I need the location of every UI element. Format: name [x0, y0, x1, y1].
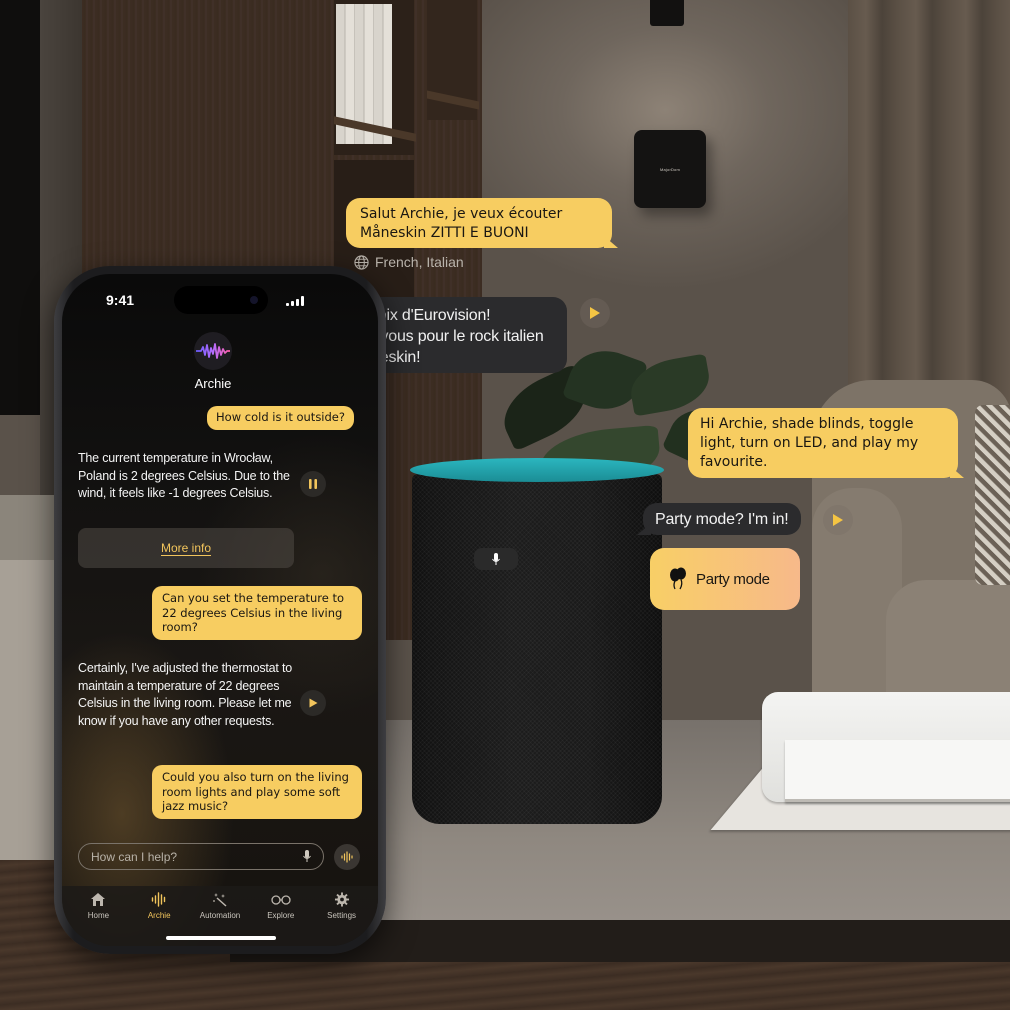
side-cabinet-top: [0, 495, 55, 565]
user-message: How cold is it outside?: [207, 406, 354, 430]
status-time: 9:41: [106, 292, 135, 308]
play-response-button[interactable]: [580, 298, 610, 328]
languages-label: French, Italian: [375, 254, 464, 270]
user-message: Could you also turn on the living room l…: [152, 765, 362, 819]
bubble-text: Party mode? I'm in!: [655, 511, 789, 528]
tv: [0, 0, 40, 415]
waveform-icon: [196, 343, 230, 359]
microphone-icon: [492, 552, 500, 565]
party-mode-scene-card[interactable]: Party mode: [650, 548, 800, 610]
waveform-icon: [151, 892, 166, 907]
hub-brand-label: MajorDom: [659, 166, 681, 172]
user-voice-bubble-french: Salut Archie, je veux écouter Måneskin Z…: [346, 198, 612, 248]
assistant-voice-bubble-english: Party mode? I'm in!: [643, 503, 801, 535]
message-text: Certainly, I've adjusted the thermostat …: [78, 661, 293, 728]
detected-languages: French, Italian: [354, 254, 464, 270]
tab-label: Home: [87, 911, 110, 920]
more-info-label: More info: [160, 541, 212, 555]
pause-playback-button[interactable]: [300, 471, 326, 497]
smart-home-hub: MajorDom: [634, 130, 706, 208]
bubble-text: Salut Archie, je veux écouter Måneskin Z…: [360, 206, 563, 241]
assistant-message: Certainly, I've adjusted the thermostat …: [78, 660, 308, 730]
party-mode-label: Party mode: [696, 570, 770, 588]
status-bar: 9:41: [62, 274, 378, 318]
tab-label: Settings: [327, 911, 357, 920]
gear-icon: [334, 892, 349, 907]
tab-home[interactable]: Home: [70, 886, 126, 946]
home-icon: [91, 893, 106, 906]
user-voice-bubble-english: Hi Archie, shade blinds, toggle light, t…: [688, 408, 958, 478]
speaker-mic-button[interactable]: [474, 548, 518, 570]
voice-mode-button[interactable]: [334, 844, 360, 870]
tab-label: Archie: [147, 911, 171, 920]
pillow: [975, 405, 1010, 585]
assistant-message: The current temperature in Wrocław, Pola…: [78, 450, 298, 503]
tab-settings[interactable]: Settings: [314, 886, 370, 946]
more-info-button[interactable]: More info: [78, 528, 294, 568]
bubble-text: Hi Archie, shade blinds, toggle light, t…: [700, 416, 919, 470]
assistant-avatar: [194, 332, 232, 370]
message-composer: [78, 843, 324, 870]
message-text: The current temperature in Wrocław, Pola…: [78, 451, 290, 500]
magazine: [785, 740, 1010, 802]
user-message: Can you set the temperature to 22 degree…: [152, 586, 362, 640]
play-icon: [309, 698, 317, 708]
microphone-icon[interactable]: [303, 850, 311, 863]
home-indicator[interactable]: [166, 936, 276, 940]
play-icon: [833, 514, 843, 526]
play-response-button[interactable]: [823, 505, 853, 535]
message-text: Can you set the temperature to 22 degree…: [162, 591, 345, 634]
assistant-name: Archie: [194, 376, 232, 391]
message-text: Could you also turn on the living room l…: [162, 770, 349, 813]
play-icon: [590, 307, 600, 319]
side-cabinet: [0, 560, 55, 870]
balloons-icon: [670, 567, 686, 590]
speaker-light-ring: [410, 458, 664, 482]
tab-label: Automation: [199, 911, 241, 920]
magic-wand-icon: [213, 893, 227, 907]
smart-speaker: [410, 458, 664, 824]
phone-screen: 9:41 Archie How cold is it outside? The …: [62, 274, 378, 946]
assistant-header: Archie: [62, 332, 378, 391]
magazines: [700, 692, 1010, 832]
phone: 9:41 Archie How cold is it outside? The …: [54, 266, 386, 954]
tab-label: Explore: [267, 911, 295, 920]
glasses-icon: [271, 895, 291, 905]
message-text: How cold is it outside?: [216, 410, 345, 424]
speaker-body: [412, 474, 662, 824]
cellular-signal-icon: [286, 296, 304, 306]
play-message-button[interactable]: [300, 690, 326, 716]
message-input[interactable]: [91, 849, 281, 864]
waveform-icon: [341, 851, 353, 863]
pause-icon: [309, 479, 317, 489]
globe-icon: [354, 254, 369, 270]
wall-lamp: [650, 0, 684, 26]
dynamic-island: [174, 286, 268, 314]
front-camera: [250, 296, 258, 304]
